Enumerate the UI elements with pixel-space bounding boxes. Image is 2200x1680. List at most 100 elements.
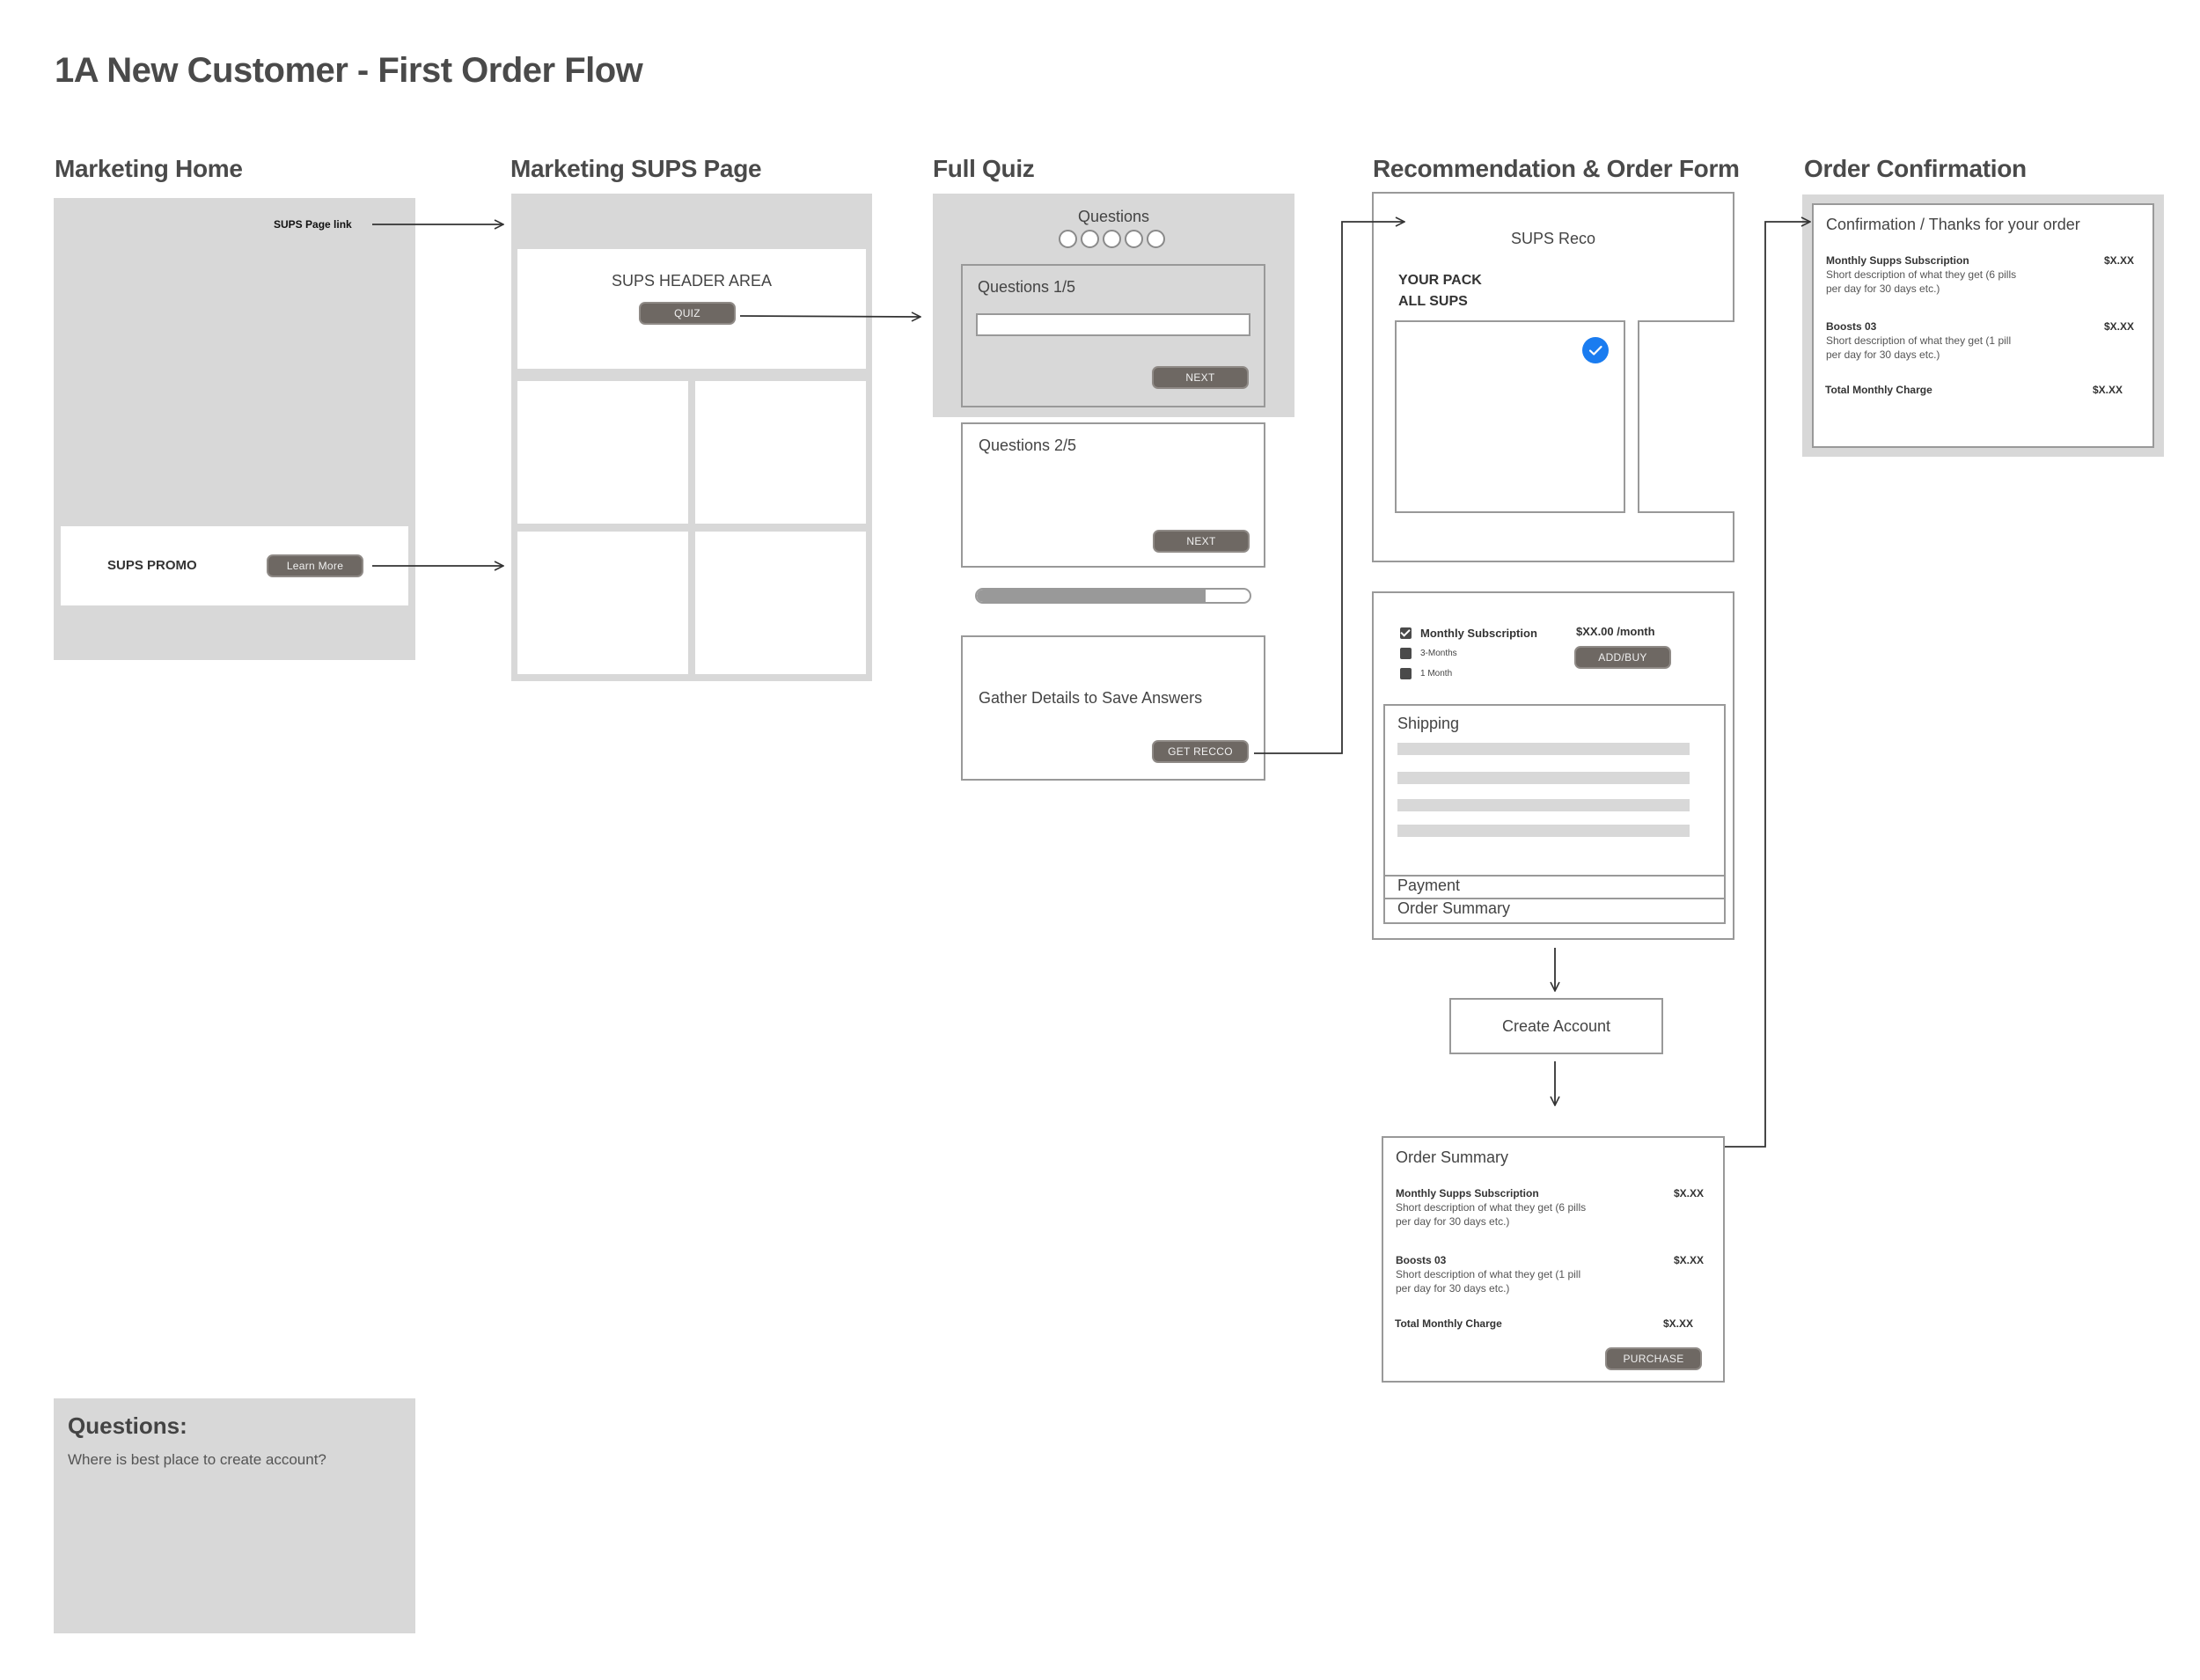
quiz-step-dot-icon	[1081, 230, 1099, 248]
item-price: $X.XX	[2103, 320, 2134, 333]
quiz-step-indicator	[933, 230, 1294, 248]
payment-section[interactable]: Payment	[1383, 875, 1726, 899]
option-monthly-subscription[interactable]: Monthly Subscription	[1400, 623, 1537, 642]
shipping-field[interactable]	[1397, 772, 1690, 784]
reco-frame: SUPS Reco YOUR PACK ALL SUPS	[1372, 192, 1734, 562]
questions-note: Questions: Where is best place to create…	[54, 1398, 415, 1633]
order-summary-title: Order Summary	[1396, 1148, 1509, 1166]
item-desc: per day for 30 days etc.)	[1396, 1282, 1510, 1295]
total-label: Total Monthly Charge	[1395, 1317, 1502, 1330]
item-name: Monthly Supps Subscription	[1826, 254, 1969, 267]
all-sups-label: ALL SUPS	[1398, 294, 1468, 309]
get-recco-button[interactable]: GET RECCO	[1152, 740, 1249, 763]
column-heading-confirmation: Order Confirmation	[1804, 155, 2027, 182]
arrow-purchase-to-confirmation	[1725, 222, 1810, 1148]
total-price: $X.XX	[2093, 384, 2123, 396]
content-tile	[695, 381, 866, 524]
selected-check-icon	[1582, 337, 1609, 363]
gather-details-label: Gather Details to Save Answers	[979, 689, 1203, 707]
quiz-step-dot-icon	[1125, 230, 1143, 248]
item-name: Boosts 03	[1396, 1254, 1447, 1266]
question-2-label: Questions 2/5	[979, 437, 1077, 454]
quiz-step-dot-icon	[1103, 230, 1121, 248]
learn-more-button[interactable]: Learn More	[267, 554, 363, 577]
content-tile	[517, 381, 688, 524]
add-buy-button[interactable]: ADD/BUY	[1574, 646, 1671, 669]
content-tile	[517, 532, 688, 674]
gather-details-card: Gather Details to Save Answers GET RECCO	[961, 635, 1265, 781]
item-desc: per day for 30 days etc.)	[1826, 282, 1940, 295]
column-heading-full-quiz: Full Quiz	[933, 155, 1035, 182]
subscription-price: $XX.00 /month	[1576, 625, 1655, 638]
question-1-input[interactable]	[976, 313, 1250, 336]
order-form-frame: Monthly Subscription 3-Months 1 Month $X…	[1372, 591, 1734, 940]
item-name: Boosts 03	[1826, 320, 1877, 333]
marketing-sups-frame: SUPS HEADER AREA QUIZ	[511, 194, 872, 681]
item-price: $X.XX	[2103, 254, 2134, 267]
content-tile	[695, 532, 866, 674]
shipping-label: Shipping	[1397, 715, 1460, 732]
question-1-label: Questions 1/5	[978, 278, 1076, 296]
column-heading-reco-order: Recommendation & Order Form	[1373, 155, 1740, 182]
questions-heading: Questions:	[68, 1412, 187, 1439]
item-price: $X.XX	[1673, 1254, 1704, 1266]
confirmation-title: Confirmation / Thanks for your order	[1826, 216, 2080, 233]
option-3-months[interactable]: 3-Months	[1400, 642, 1537, 664]
payment-label: Payment	[1397, 877, 1461, 894]
quiz-step-dot-icon	[1059, 230, 1077, 248]
reco-title: SUPS Reco	[1510, 230, 1596, 247]
order-line-item: Monthly Supps Subscription Short descrip…	[1396, 1187, 1704, 1229]
order-summary-label: Order Summary	[1397, 899, 1511, 917]
item-price: $X.XX	[1673, 1187, 1704, 1199]
next-button[interactable]: NEXT	[1153, 530, 1250, 553]
quiz-progress-fill	[977, 590, 1206, 602]
shipping-field[interactable]	[1397, 743, 1690, 755]
option-label: 1 Month	[1420, 668, 1453, 679]
create-account-step: Create Account	[1449, 998, 1663, 1054]
marketing-home-frame: SUPS Page link SUPS PROMO Learn More	[54, 198, 415, 660]
total-label: Total Monthly Charge	[1825, 384, 1932, 396]
item-name: Monthly Supps Subscription	[1396, 1187, 1539, 1199]
confirmation-line-item: Monthly Supps Subscription Short descrip…	[1826, 254, 2134, 297]
checkbox-icon[interactable]	[1400, 667, 1412, 679]
purchase-button[interactable]: PURCHASE	[1605, 1347, 1702, 1370]
option-label: 3-Months	[1420, 648, 1457, 658]
sups-page-link[interactable]: SUPS Page link	[274, 218, 352, 231]
pack-card-selected[interactable]	[1395, 320, 1625, 513]
shipping-field[interactable]	[1397, 825, 1690, 837]
your-pack-label: YOUR PACK	[1398, 273, 1482, 288]
quiz-button[interactable]: QUIZ	[639, 302, 736, 325]
next-button[interactable]: NEXT	[1152, 366, 1249, 389]
confirmation-card: Confirmation / Thanks for your order Mon…	[1812, 203, 2154, 448]
quiz-progress-bar	[975, 588, 1251, 604]
questions-label: Questions	[1077, 208, 1150, 225]
item-desc: per day for 30 days etc.)	[1826, 348, 1940, 361]
option-label: Monthly Subscription	[1420, 626, 1537, 640]
page-title: 1A New Customer - First Order Flow	[55, 51, 643, 90]
pack-card[interactable]	[1638, 320, 1734, 513]
quiz-frame: Questions Questions 1/5 NEXT	[933, 194, 1294, 417]
option-1-month[interactable]: 1 Month	[1400, 664, 1537, 683]
sups-header-label: SUPS HEADER AREA	[611, 272, 773, 290]
checkbox-icon[interactable]	[1400, 647, 1412, 659]
sups-promo-label: SUPS PROMO	[107, 558, 197, 573]
confirmation-frame: Confirmation / Thanks for your order Mon…	[1802, 194, 2164, 457]
question-card-1: Questions 1/5 NEXT	[961, 264, 1265, 407]
order-summary-section[interactable]: Order Summary	[1383, 898, 1726, 924]
column-heading-marketing-sups: Marketing SUPS Page	[510, 155, 762, 182]
quiz-step-dot-icon	[1147, 230, 1165, 248]
item-desc: per day for 30 days etc.)	[1396, 1215, 1510, 1228]
shipping-section[interactable]: Shipping	[1383, 704, 1726, 877]
shipping-field[interactable]	[1397, 799, 1690, 811]
order-line-item: Boosts 03 Short description of what they…	[1396, 1254, 1704, 1296]
order-summary-card: Order Summary Monthly Supps Subscription…	[1382, 1136, 1725, 1383]
subscription-options: Monthly Subscription 3-Months 1 Month	[1400, 623, 1537, 683]
checkbox-icon[interactable]	[1400, 627, 1412, 639]
sups-header-area: SUPS HEADER AREA QUIZ	[517, 249, 866, 369]
question-card-2: Questions 2/5 NEXT	[961, 422, 1265, 568]
total-price: $X.XX	[1663, 1317, 1694, 1330]
questions-text: Where is best place to create account?	[68, 1451, 326, 1468]
column-heading-marketing-home: Marketing Home	[55, 155, 243, 182]
confirmation-line-item: Boosts 03 Short description of what they…	[1826, 320, 2134, 363]
sups-promo-banner: SUPS PROMO Learn More	[61, 526, 408, 605]
